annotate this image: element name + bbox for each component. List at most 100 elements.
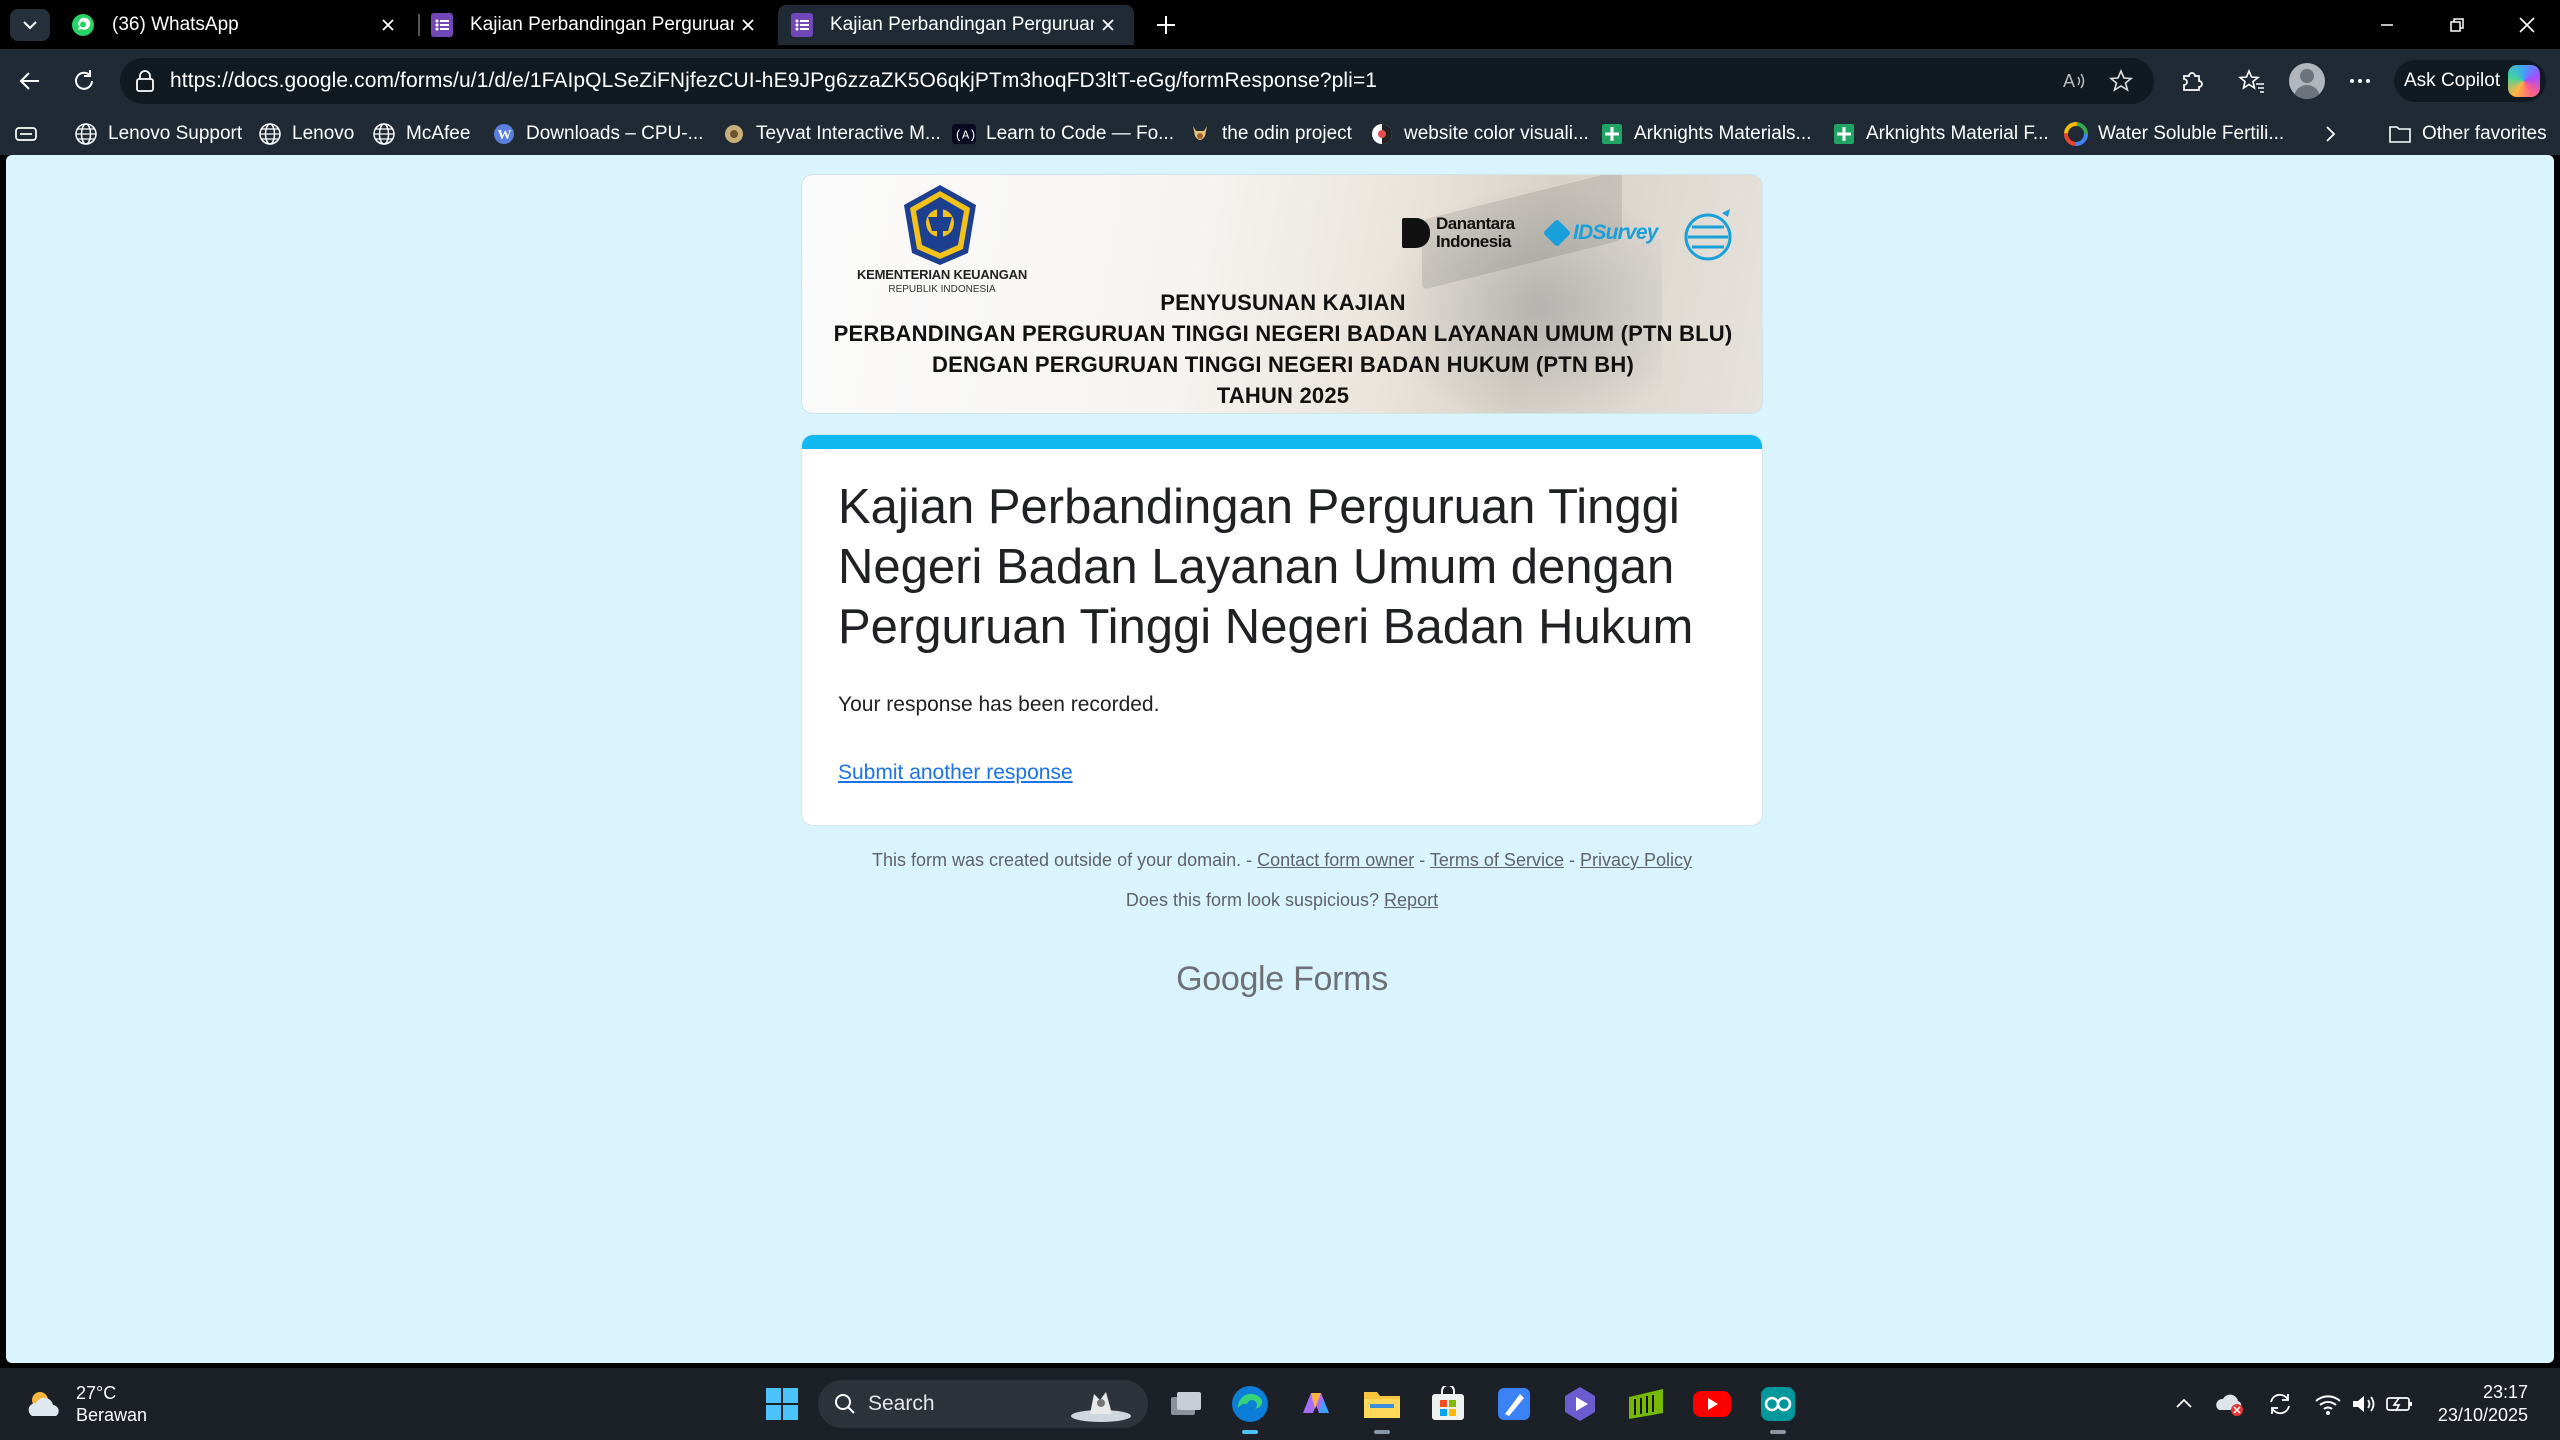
- favorite-water-soluble[interactable]: Water Soluble Fertili...: [2064, 113, 2284, 155]
- youtube-icon: [1693, 1391, 1731, 1417]
- collections-button[interactable]: [14, 113, 38, 155]
- google-forms-icon: [431, 13, 453, 37]
- refresh-button[interactable]: [66, 63, 102, 99]
- taskbar-edge[interactable]: [1228, 1382, 1272, 1434]
- favorite-label: Lenovo Support: [108, 123, 243, 144]
- puzzle-icon: [2183, 72, 2203, 91]
- ask-copilot-button[interactable]: Ask Copilot: [2394, 60, 2546, 102]
- danantara-mark-icon: [1402, 218, 1430, 248]
- tray-security[interactable]: [2214, 1388, 2246, 1420]
- favorite-mcafee[interactable]: McAfee: [372, 113, 470, 155]
- favorite-teyvat-map[interactable]: Teyvat Interactive M...: [722, 113, 941, 155]
- minimize-icon: [2381, 23, 2393, 26]
- tray-battery[interactable]: [2384, 1388, 2416, 1420]
- taskbar-nvidia-app[interactable]: [1624, 1382, 1668, 1426]
- taskbar-copilot[interactable]: [1294, 1382, 1338, 1426]
- danantara-line2: Indonesia: [1436, 232, 1511, 251]
- sheets-plus-icon: [1600, 122, 1624, 146]
- tray-volume[interactable]: [2348, 1388, 2380, 1420]
- tray-wifi[interactable]: [2312, 1388, 2344, 1420]
- running-indicator: [1374, 1430, 1390, 1434]
- task-view-button[interactable]: [1164, 1382, 1208, 1426]
- windows-logo-icon: [766, 1388, 798, 1420]
- clock-date: 23/10/2025: [2437, 1405, 2528, 1425]
- taskbar-sketch-app[interactable]: [1492, 1382, 1536, 1426]
- green-app-icon: [1629, 1389, 1663, 1419]
- refresh-icon: [75, 70, 93, 90]
- search-label: Search: [868, 1392, 935, 1415]
- close-tab-icon[interactable]: [374, 11, 402, 39]
- cloud-alert-icon: [2216, 1394, 2243, 1416]
- favorites-button[interactable]: [2234, 63, 2270, 99]
- start-button[interactable]: [760, 1382, 804, 1426]
- page-content: KEMENTERIAN KEUANGAN REPUBLIK INDONESIA …: [6, 155, 2554, 1363]
- tab-kajian-1[interactable]: Kajian Perbandingan Perguruan T: [418, 5, 774, 45]
- close-tab-icon[interactable]: [734, 11, 762, 39]
- chevron-down-icon: [23, 21, 37, 30]
- close-tab-icon[interactable]: [1094, 11, 1122, 39]
- tray-sync[interactable]: [2264, 1388, 2296, 1420]
- favorite-odin-project[interactable]: the odin project: [1188, 113, 1352, 155]
- svg-text:W: W: [498, 128, 512, 143]
- tab-whatsapp[interactable]: (36) WhatsApp: [58, 5, 414, 45]
- terms-of-service-link[interactable]: Terms of Service: [1430, 850, 1564, 870]
- tab-actions-menu-button[interactable]: [10, 9, 50, 41]
- close-icon: [2519, 16, 2535, 33]
- microsoft-store-icon: [1432, 1386, 1464, 1420]
- close-window-button[interactable]: [2492, 0, 2560, 49]
- taskbar-store[interactable]: [1426, 1382, 1470, 1426]
- address-bar[interactable]: https://docs.google.com/forms/u/1/d/e/1F…: [120, 58, 2154, 104]
- footer-disclaimer: This form was created outside of your do…: [801, 850, 1763, 871]
- system-clock[interactable]: 23:17 23/10/2025: [2424, 1381, 2528, 1427]
- favorite-downloads-cpu[interactable]: W Downloads – CPU-...: [492, 113, 703, 155]
- contact-form-owner-link[interactable]: Contact form owner: [1257, 850, 1414, 870]
- weather-widget[interactable]: 27°C Berawan: [24, 1382, 147, 1426]
- taskbar-file-explorer[interactable]: [1360, 1382, 1404, 1434]
- copilot-label: Ask Copilot: [2404, 70, 2501, 91]
- favorite-arknights-materials-1[interactable]: Arknights Materials...: [1600, 113, 1811, 155]
- settings-more-button[interactable]: [2342, 63, 2378, 99]
- favorite-label: website color visuali...: [1404, 123, 1589, 144]
- color-visualizer-icon: [1370, 122, 1394, 146]
- tab-title: Kajian Perbandingan Perguruan T: [830, 14, 1094, 35]
- favorites-overflow-button[interactable]: [2320, 113, 2340, 155]
- idsurvey-mark-icon: [1542, 218, 1572, 248]
- lock-icon[interactable]: [134, 69, 156, 98]
- minimize-button[interactable]: [2352, 0, 2422, 49]
- chevron-up-icon: [2176, 1398, 2192, 1408]
- taskbar-media-player[interactable]: [1558, 1382, 1602, 1426]
- favorite-star-icon[interactable]: [2104, 64, 2138, 98]
- show-hidden-icons-button[interactable]: [2168, 1388, 2200, 1420]
- taskbar-youtube[interactable]: [1690, 1382, 1734, 1426]
- favorite-learn-to-code[interactable]: (A) Learn to Code — Fo...: [952, 113, 1174, 155]
- other-favorites-label: Other favorites: [2422, 123, 2547, 144]
- url-text: https://docs.google.com/forms/u/1/d/e/1F…: [170, 69, 1378, 92]
- favorite-lenovo[interactable]: Lenovo: [258, 113, 354, 155]
- profile-avatar[interactable]: [2289, 63, 2325, 99]
- battery-charging-icon: [2386, 1397, 2412, 1412]
- favorite-lenovo-support[interactable]: Lenovo Support: [74, 113, 242, 155]
- arduino-icon: [1761, 1387, 1795, 1421]
- submit-another-response-link[interactable]: Submit another response: [838, 761, 1073, 785]
- taskbar-search[interactable]: Search: [818, 1380, 1148, 1428]
- report-link[interactable]: Report: [1384, 890, 1438, 910]
- google-wordmark: Google: [1176, 960, 1284, 998]
- tab-kajian-2-active[interactable]: Kajian Perbandingan Perguruan T: [778, 5, 1134, 45]
- new-tab-button[interactable]: [1148, 8, 1184, 42]
- browser-tab-bar: (36) WhatsApp Kajian Perbandingan Pergur…: [0, 0, 2560, 49]
- footer-separator: -: [1419, 850, 1426, 870]
- read-aloud-icon[interactable]: A: [2058, 64, 2092, 98]
- other-favorites-button[interactable]: Other favorites: [2388, 113, 2547, 155]
- google-forms-icon: [791, 13, 813, 37]
- privacy-policy-link[interactable]: Privacy Policy: [1580, 850, 1692, 870]
- extensions-button[interactable]: [2174, 63, 2210, 99]
- folder-app-icon: [1364, 1392, 1400, 1418]
- favorite-arknights-materials-2[interactable]: Arknights Material F...: [1832, 113, 2049, 155]
- back-button[interactable]: [12, 63, 48, 99]
- favorite-label: Downloads – CPU-...: [526, 123, 704, 144]
- favorite-website-color[interactable]: website color visuali...: [1370, 113, 1589, 155]
- restore-button[interactable]: [2422, 0, 2492, 49]
- taskbar-arduino[interactable]: [1756, 1382, 1800, 1434]
- google-forms-logo[interactable]: Google Forms: [801, 960, 1763, 999]
- browser-toolbar: https://docs.google.com/forms/u/1/d/e/1F…: [0, 49, 2560, 113]
